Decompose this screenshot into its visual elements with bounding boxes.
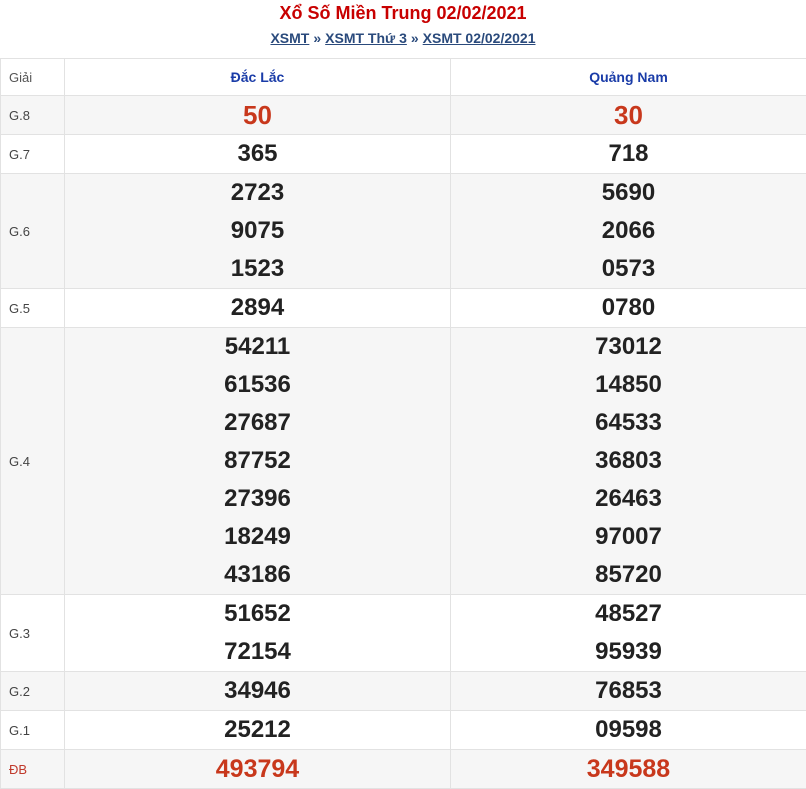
prize-number: 5690	[451, 174, 806, 212]
prize-cell: 4852795939	[451, 595, 806, 672]
breadcrumb-separator: »	[411, 30, 419, 46]
prize-number: 87752	[65, 442, 450, 480]
table-row: G.45421161536276878775227396182494318673…	[1, 328, 806, 595]
prize-number: 14850	[451, 366, 806, 404]
prize-cell: 2894	[65, 289, 451, 328]
results-body: G.85030G.7365718G.6272390751523569020660…	[1, 96, 806, 789]
prize-number: 26463	[451, 480, 806, 518]
prize-number: 27687	[65, 404, 450, 442]
prize-number: 0780	[451, 289, 806, 327]
prize-cell: 73012148506453336803264639700785720	[451, 328, 806, 595]
prize-cell: 272390751523	[65, 174, 451, 289]
prize-number: 30	[451, 96, 806, 134]
prize-number: 349588	[451, 750, 806, 788]
prize-number: 72154	[65, 633, 450, 671]
table-row: G.6272390751523569020660573	[1, 174, 806, 289]
prize-number: 2894	[65, 289, 450, 327]
prize-label: G.7	[1, 135, 65, 174]
giai-header: Giải	[1, 59, 65, 96]
prize-cell: 34946	[65, 672, 451, 711]
prize-number: 85720	[451, 556, 806, 594]
prize-number: 9075	[65, 212, 450, 250]
results-table: Giải Đắc Lắc Quảng Nam G.85030G.7365718G…	[0, 58, 806, 789]
prize-label: G.4	[1, 328, 65, 595]
table-header-row: Giải Đắc Lắc Quảng Nam	[1, 59, 806, 96]
prize-number: 18249	[65, 518, 450, 556]
breadcrumb-link-xsmt[interactable]: XSMT	[270, 30, 309, 46]
table-row: G.23494676853	[1, 672, 806, 711]
page-title: Xổ Số Miền Trung 02/02/2021	[0, 0, 806, 26]
prize-cell: 365	[65, 135, 451, 174]
prize-cell: 5165272154	[65, 595, 451, 672]
breadcrumb-link-xsmt-date[interactable]: XSMT 02/02/2021	[423, 30, 536, 46]
prize-label: ĐB	[1, 750, 65, 789]
prize-number: 36803	[451, 442, 806, 480]
table-row: G.85030	[1, 96, 806, 135]
prize-label: G.6	[1, 174, 65, 289]
prize-number: 0573	[451, 250, 806, 288]
table-row: G.351652721544852795939	[1, 595, 806, 672]
prize-cell: 09598	[451, 711, 806, 750]
prize-label: G.2	[1, 672, 65, 711]
prize-cell: 569020660573	[451, 174, 806, 289]
prize-cell: 493794	[65, 750, 451, 789]
prize-number: 64533	[451, 404, 806, 442]
prize-number: 718	[451, 135, 806, 173]
prize-cell: 718	[451, 135, 806, 174]
province-header-dac-lac: Đắc Lắc	[65, 59, 451, 96]
prize-cell: 30	[451, 96, 806, 135]
prize-cell: 50	[65, 96, 451, 135]
prize-number: 76853	[451, 672, 806, 710]
table-row: G.7365718	[1, 135, 806, 174]
table-row: G.12521209598	[1, 711, 806, 750]
prize-cell: 25212	[65, 711, 451, 750]
prize-number: 27396	[65, 480, 450, 518]
prize-number: 09598	[451, 711, 806, 749]
prize-cell: 0780	[451, 289, 806, 328]
prize-number: 51652	[65, 595, 450, 633]
prize-label: G.3	[1, 595, 65, 672]
prize-number: 2723	[65, 174, 450, 212]
prize-number: 54211	[65, 328, 450, 366]
prize-label: G.5	[1, 289, 65, 328]
table-row: ĐB493794349588	[1, 750, 806, 789]
prize-number: 2066	[451, 212, 806, 250]
prize-number: 25212	[65, 711, 450, 749]
prize-number: 48527	[451, 595, 806, 633]
prize-number: 43186	[65, 556, 450, 594]
breadcrumb-separator: »	[313, 30, 321, 46]
prize-label: G.1	[1, 711, 65, 750]
prize-number: 365	[65, 135, 450, 173]
prize-number: 61536	[65, 366, 450, 404]
prize-number: 97007	[451, 518, 806, 556]
table-row: G.528940780	[1, 289, 806, 328]
prize-number: 1523	[65, 250, 450, 288]
prize-cell: 54211615362768787752273961824943186	[65, 328, 451, 595]
province-header-quang-nam: Quảng Nam	[451, 59, 806, 96]
prize-number: 493794	[65, 750, 450, 788]
prize-number: 73012	[451, 328, 806, 366]
breadcrumb: XSMT»XSMT Thứ 3»XSMT 02/02/2021	[0, 26, 806, 52]
prize-label: G.8	[1, 96, 65, 135]
prize-cell: 76853	[451, 672, 806, 711]
breadcrumb-link-xsmt-thu-3[interactable]: XSMT Thứ 3	[325, 30, 407, 46]
prize-number: 34946	[65, 672, 450, 710]
prize-cell: 349588	[451, 750, 806, 789]
prize-number: 50	[65, 96, 450, 134]
prize-number: 95939	[451, 633, 806, 671]
